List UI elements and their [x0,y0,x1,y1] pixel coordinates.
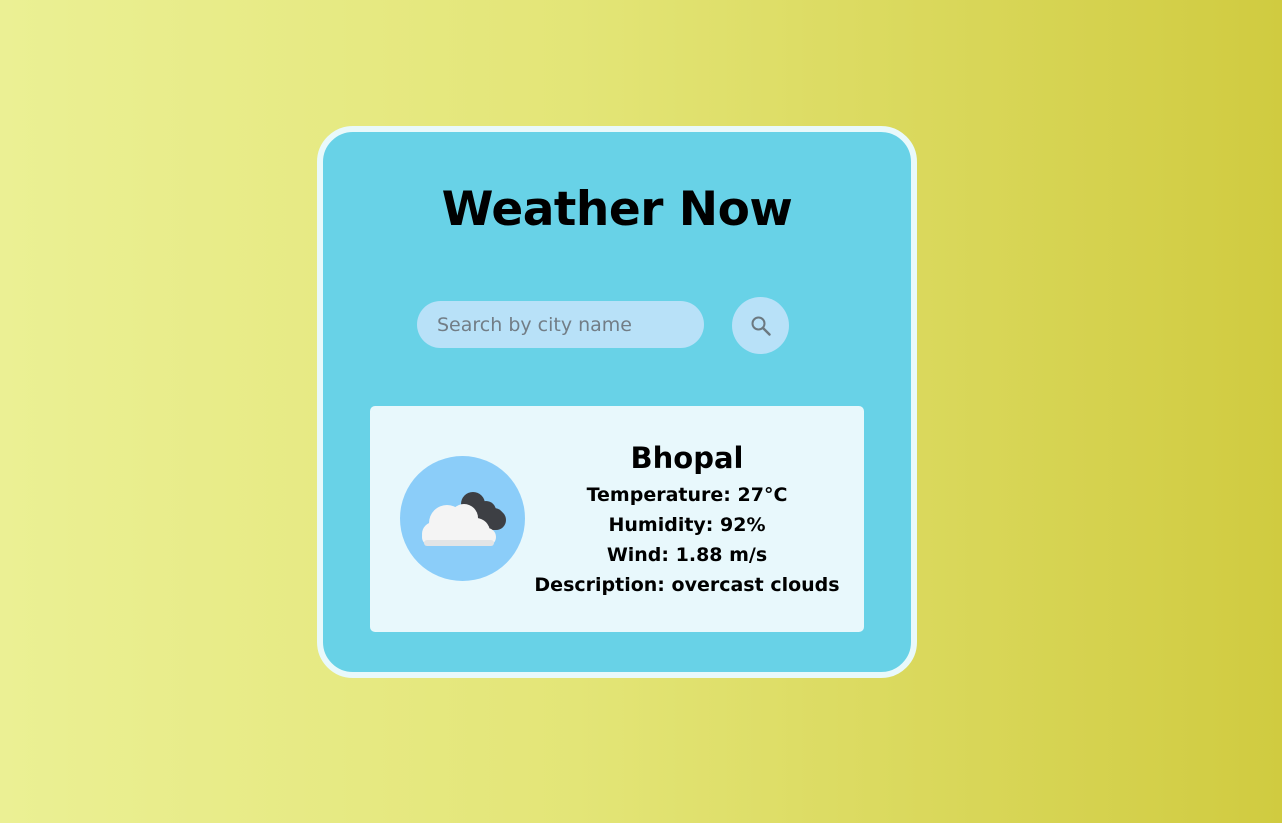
search-button[interactable] [732,297,789,354]
page-background: { "app": { "title": "Weather Now" }, "se… [0,0,1282,823]
weather-icon-badge [400,456,525,581]
weather-result-panel: Bhopal Temperature: 27°C Humidity: 92% W… [370,406,864,632]
description-value: overcast clouds [671,574,840,596]
wind-label: Wind: [606,544,670,566]
humidity-row: Humidity: 92% [530,510,844,540]
description-row: Description: overcast clouds [530,570,844,600]
temperature-label: Temperature: [586,484,731,506]
weather-details: Bhopal Temperature: 27°C Humidity: 92% W… [530,436,844,600]
city-name: Bhopal [630,441,744,475]
wind-value: 1.88 m/s [675,544,768,566]
description-label: Description: [534,574,665,596]
app-title: Weather Now [441,182,793,237]
weather-card: Weather Now Search by city name Bhopal T… [317,126,917,678]
city-search-input[interactable] [417,301,704,348]
search-icon [751,316,771,336]
temperature-value: 27°C [737,484,788,506]
temperature-row: Temperature: 27°C [530,480,844,510]
overcast-clouds-icon [422,492,506,546]
wind-row: Wind: 1.88 m/s [530,540,844,570]
humidity-label: Humidity: [608,514,714,536]
humidity-value: 92% [720,514,766,536]
